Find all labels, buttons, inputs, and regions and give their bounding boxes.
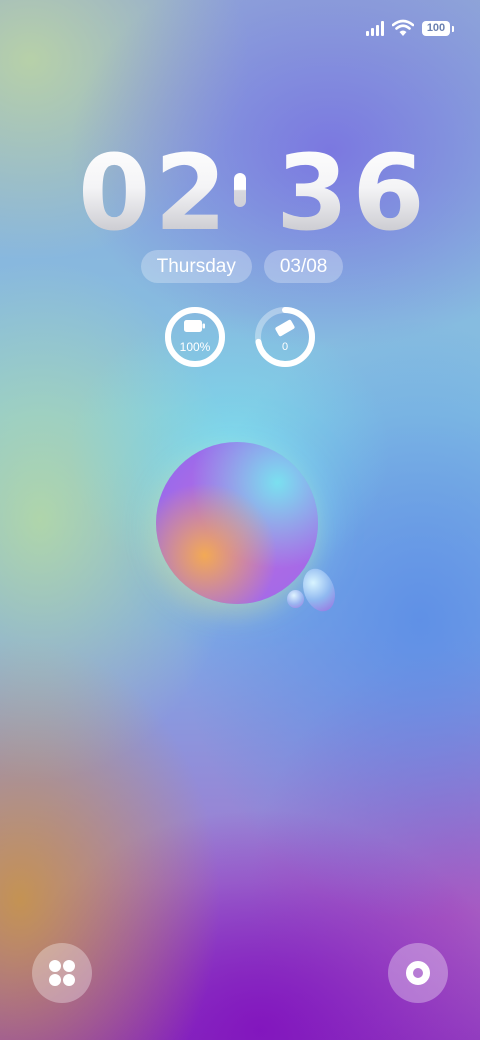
lock-screen: 100 02 36 Thursday 03/08 100% 0 <box>0 0 480 1040</box>
clock-separator <box>234 173 246 207</box>
wifi-icon <box>392 19 414 36</box>
cellular-signal-icon <box>366 20 384 36</box>
weekday-pill: Thursday <box>140 250 252 283</box>
wallpaper-bubble <box>156 442 318 604</box>
battery-level-text: 100 <box>426 22 446 34</box>
camera-icon <box>406 961 430 985</box>
widgets-row: 100% 0 <box>0 306 480 368</box>
status-bar: 100 <box>366 16 454 40</box>
camera-shortcut-button[interactable] <box>388 943 448 1003</box>
battery-widget[interactable]: 100% <box>164 306 226 368</box>
eraser-widget[interactable]: 0 <box>254 306 316 368</box>
battery-widget-label: 100% <box>179 340 211 354</box>
eraser-icon <box>275 319 295 337</box>
clock-hours: 02 <box>78 132 231 254</box>
clock: 02 36 <box>0 138 480 248</box>
apps-shortcut-button[interactable] <box>32 943 92 1003</box>
battery-icon: 100 <box>422 20 454 36</box>
eraser-widget-label: 0 <box>281 341 289 353</box>
battery-charging-icon <box>184 320 205 332</box>
date-row: Thursday 03/08 <box>0 250 480 283</box>
wallpaper-bubble-tiny <box>287 590 304 608</box>
clock-minutes: 36 <box>276 132 429 254</box>
wallpaper-bubble-small <box>297 564 341 616</box>
apps-grid-icon <box>49 960 75 986</box>
date-pill: 03/08 <box>263 250 344 283</box>
